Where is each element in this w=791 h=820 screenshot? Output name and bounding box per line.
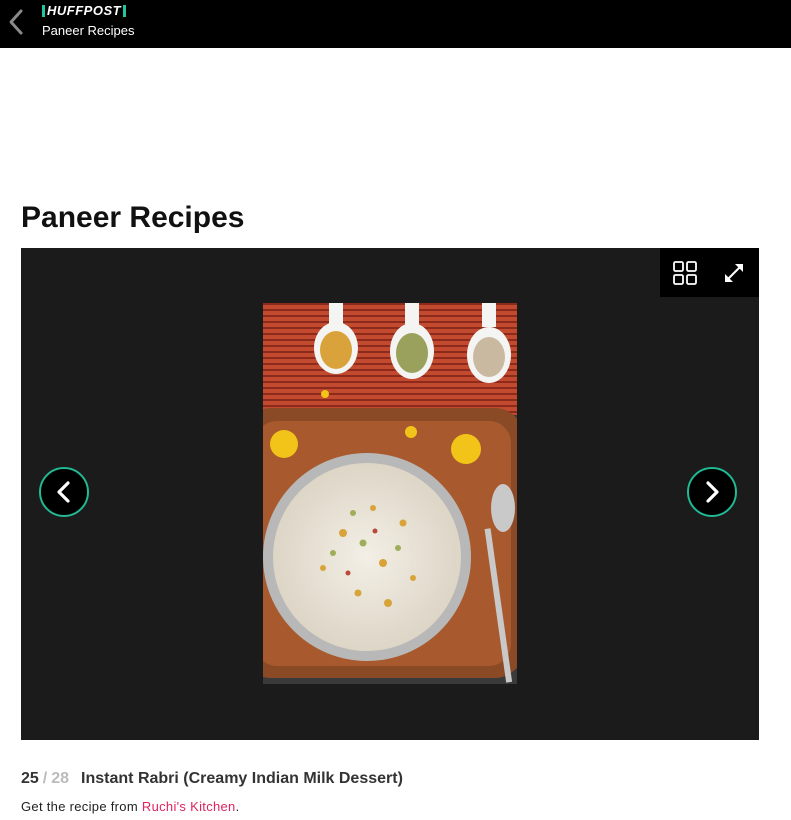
fullscreen-button[interactable] [721,260,747,286]
grid-view-icon [673,261,697,285]
recipe-source-link[interactable]: Ruchi's Kitchen [142,799,236,814]
credit-prefix: Get the recipe from [21,799,142,814]
credit-suffix: . [235,799,240,814]
top-bar: HUFFPOST Paneer Recipes [0,0,791,48]
header-title: Paneer Recipes [42,23,135,38]
brand-text: HUFFPOST [47,3,122,18]
slide-caption: 25 / 28 Instant Rabri (Creamy Indian Mil… [21,768,403,790]
page-title: Paneer Recipes [21,201,245,234]
back-button[interactable] [4,6,30,38]
slide-counter-separator: / [42,770,48,787]
chevron-left-icon [9,9,23,35]
gallery-toolbar [660,248,759,297]
chevron-left-icon [57,481,70,503]
slide-image [263,303,517,684]
recipe-credit: Get the recipe from Ruchi's Kitchen. [21,798,240,816]
chevron-right-icon [706,481,719,503]
fullscreen-expand-icon [725,264,743,282]
grid-view-button[interactable] [672,260,698,286]
slideshow-gallery [21,248,759,740]
huffpost-logo[interactable]: HUFFPOST [42,3,127,18]
next-slide-button[interactable] [687,467,737,517]
slide-current-number: 25 [21,770,39,787]
previous-slide-button[interactable] [39,467,89,517]
slide-title: Instant Rabri (Creamy Indian Milk Desser… [81,770,403,787]
slide-total-number: 28 [51,770,70,787]
